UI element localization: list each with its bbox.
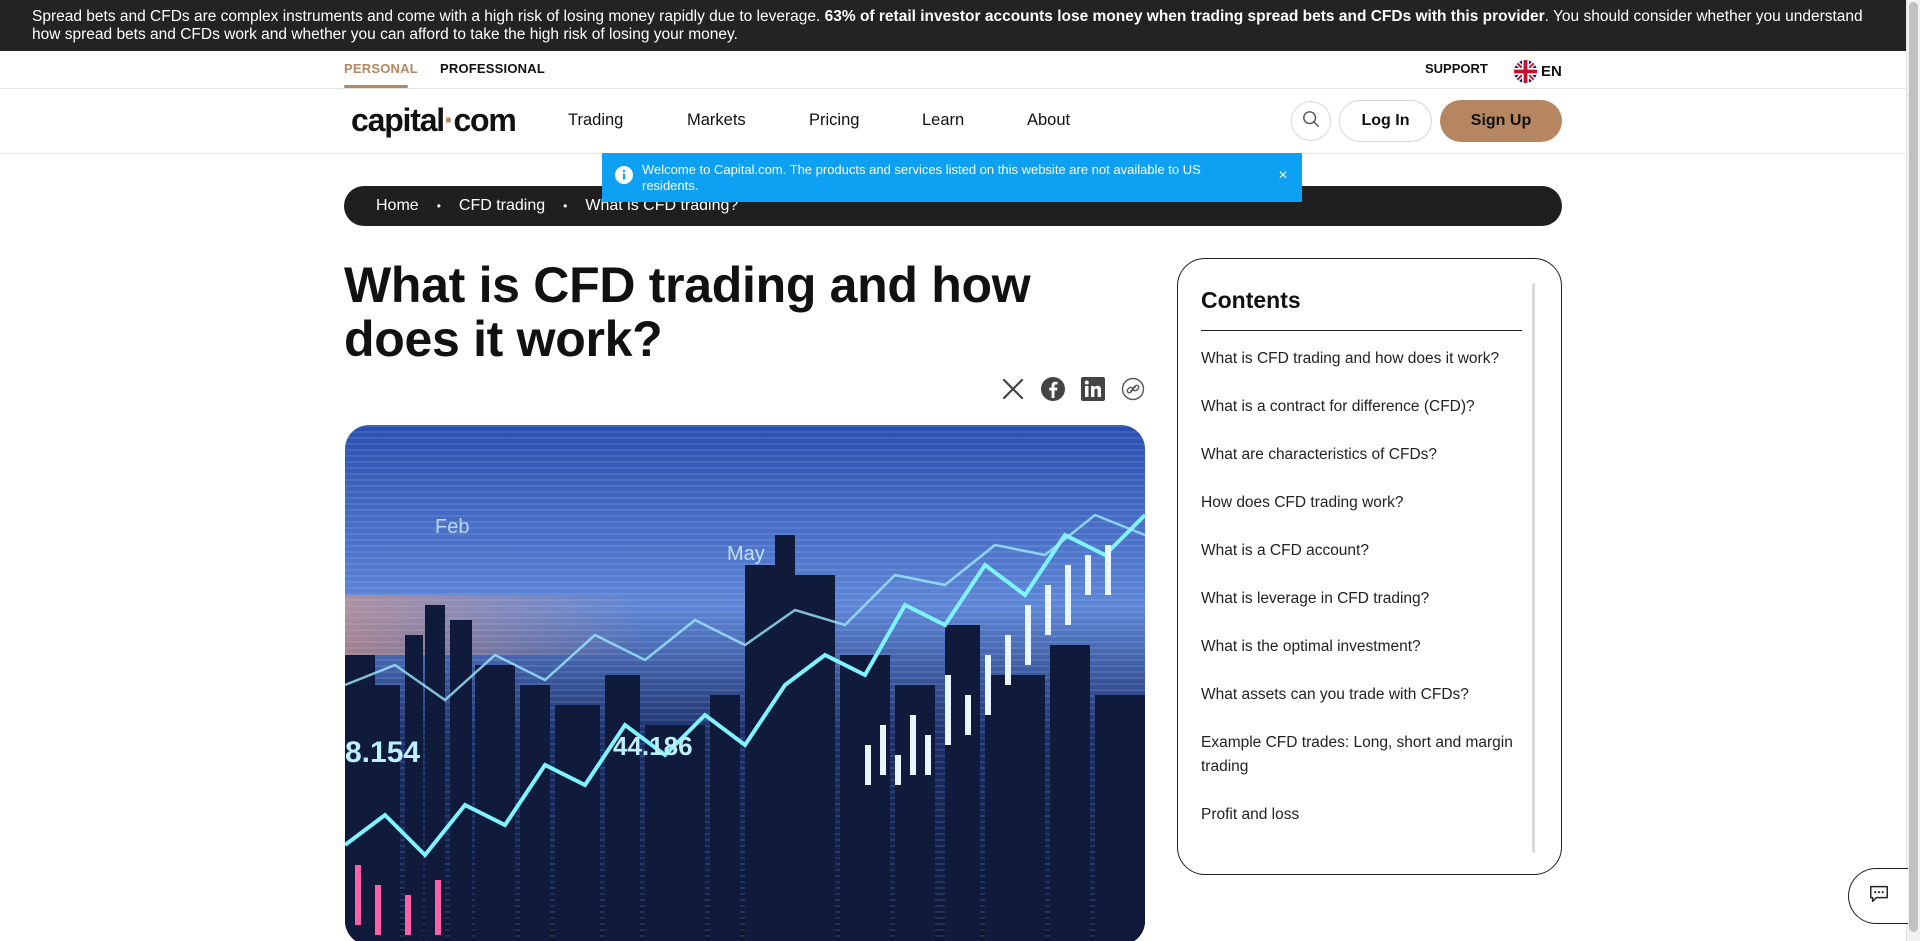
- page-title: What is CFD trading and how does it work…: [344, 257, 1031, 367]
- share-bar: [999, 375, 1147, 403]
- uk-flag-icon: [1514, 59, 1537, 83]
- tab-personal-underline: [344, 85, 408, 88]
- contents-item[interactable]: Profit and loss: [1201, 803, 1526, 827]
- contents-item[interactable]: What is a contract for difference (CFD)?: [1201, 395, 1526, 419]
- capital-com-logo[interactable]: capital·com: [351, 102, 517, 139]
- contents-divider: [1201, 330, 1522, 331]
- hero-label-value-2: 44.186: [613, 731, 693, 761]
- x-icon[interactable]: [999, 375, 1027, 403]
- tab-personal[interactable]: PERSONAL: [344, 61, 418, 76]
- breadcrumb-separator: •: [436, 199, 441, 213]
- contents-list: What is CFD trading and how does it work…: [1201, 347, 1526, 851]
- info-icon: [614, 165, 634, 185]
- logo-text-right: com: [453, 102, 516, 138]
- sign-up-button[interactable]: Sign Up: [1440, 100, 1562, 142]
- nav-markets[interactable]: Markets: [687, 111, 746, 130]
- chat-icon: [1868, 883, 1890, 910]
- nav-learn[interactable]: Learn: [922, 111, 964, 130]
- contents-item[interactable]: How does CFD trading work?: [1201, 491, 1526, 515]
- contents-item[interactable]: What is the optimal investment?: [1201, 635, 1526, 659]
- tab-professional[interactable]: PROFESSIONAL: [440, 61, 545, 76]
- contents-item[interactable]: What are characteristics of CFDs?: [1201, 443, 1526, 467]
- support-link[interactable]: SUPPORT: [1425, 61, 1488, 76]
- nav-trading[interactable]: Trading: [568, 111, 623, 130]
- breadcrumb-separator: •: [563, 199, 568, 213]
- nav-pricing[interactable]: Pricing: [809, 111, 859, 130]
- facebook-icon[interactable]: [1039, 375, 1067, 403]
- search-icon: [1302, 110, 1320, 133]
- chat-button[interactable]: [1848, 868, 1908, 924]
- contents-item[interactable]: What is leverage in CFD trading?: [1201, 587, 1526, 611]
- risk-text-start: Spread bets and CFDs are complex instrum…: [32, 8, 825, 25]
- search-button[interactable]: [1291, 101, 1331, 141]
- contents-item[interactable]: What is CFD trading and how does it work…: [1201, 347, 1526, 371]
- contents-title: Contents: [1201, 287, 1301, 313]
- logo-text-left: capital: [351, 102, 445, 138]
- hero-image: Feb May 8.154 44.186: [345, 425, 1145, 941]
- page-scrollbar[interactable]: [1906, 0, 1920, 941]
- page-scrollbar-thumb[interactable]: [1909, 2, 1918, 932]
- contents-item[interactable]: Example CFD trades: Long, short and marg…: [1201, 731, 1526, 779]
- language-code: EN: [1541, 62, 1562, 80]
- hero-label-may: May: [727, 543, 765, 565]
- hero-label-feb: Feb: [435, 516, 469, 538]
- contents-item[interactable]: What assets can you trade with CFDs?: [1201, 683, 1526, 707]
- copy-link-icon[interactable]: [1119, 375, 1147, 403]
- language-selector[interactable]: EN: [1514, 59, 1562, 83]
- audience-bar: PERSONAL PROFESSIONAL SUPPORT EN: [0, 51, 1906, 89]
- breadcrumb-cfd-trading[interactable]: CFD trading: [459, 197, 545, 215]
- table-of-contents: Contents What is CFD trading and how doe…: [1177, 258, 1562, 875]
- risk-warning-banner: Spread bets and CFDs are complex instrum…: [0, 0, 1906, 51]
- close-icon[interactable]: ×: [1274, 167, 1292, 185]
- log-in-button[interactable]: Log In: [1339, 100, 1432, 142]
- breadcrumb-home[interactable]: Home: [376, 197, 419, 215]
- main-header: capital·com Trading Markets Pricing Lear…: [0, 89, 1906, 154]
- linkedin-icon[interactable]: [1079, 375, 1107, 403]
- hero-label-value-1: 8.154: [345, 736, 420, 769]
- risk-text-bold: 63% of retail investor accounts lose mon…: [824, 8, 1545, 25]
- nav-about[interactable]: About: [1027, 111, 1070, 130]
- us-residents-notice: Welcome to Capital.com. The products and…: [602, 153, 1302, 202]
- contents-scrollbar[interactable]: [1532, 283, 1535, 853]
- contents-item[interactable]: What is a CFD account?: [1201, 539, 1526, 563]
- notice-text: Welcome to Capital.com. The products and…: [642, 162, 1201, 193]
